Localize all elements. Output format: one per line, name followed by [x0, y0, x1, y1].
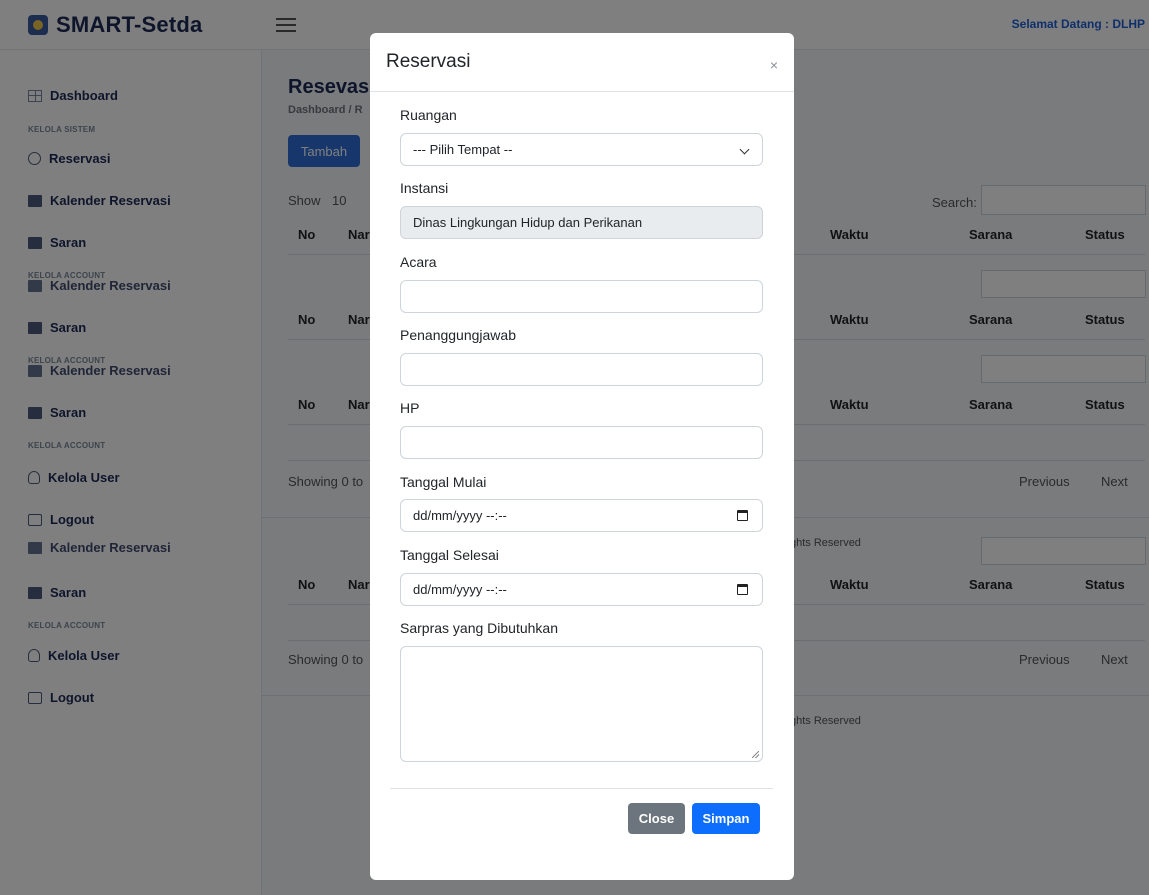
hp-input[interactable] — [400, 426, 763, 459]
tanggal-mulai-input[interactable]: dd/mm/yyyy --:-- — [400, 499, 763, 532]
tanggal-selesai-input[interactable]: dd/mm/yyyy --:-- — [400, 573, 763, 606]
hp-label: HP — [400, 400, 420, 416]
modal-title: Reservasi — [386, 51, 471, 72]
tanggal-mulai-label: Tanggal Mulai — [400, 474, 487, 490]
resize-handle-icon[interactable] — [752, 751, 759, 758]
reservasi-modal: Reservasi × Ruangan --- Pilih Tempat -- … — [370, 33, 794, 880]
sarpras-textarea[interactable] — [400, 646, 763, 762]
instansi-label: Instansi — [400, 180, 449, 196]
instansi-field: Dinas Lingkungan Hidup dan Perikanan — [400, 206, 763, 239]
acara-input[interactable] — [400, 280, 763, 313]
tanggal-mulai-value: dd/mm/yyyy --:-- — [413, 508, 507, 523]
save-button[interactable]: Simpan — [692, 803, 760, 834]
sarpras-label: Sarpras yang Dibutuhkan — [400, 620, 558, 636]
modal-header: Reservasi × — [370, 33, 794, 92]
modal-footer-divider — [390, 788, 773, 789]
penanggungjawab-input[interactable] — [400, 353, 763, 386]
calendar-icon[interactable] — [737, 510, 748, 521]
close-icon[interactable]: × — [770, 57, 778, 73]
close-button[interactable]: Close — [628, 803, 685, 834]
tanggal-selesai-value: dd/mm/yyyy --:-- — [413, 582, 507, 597]
tanggal-selesai-label: Tanggal Selesai — [400, 547, 499, 563]
ruangan-label: Ruangan — [400, 107, 457, 123]
ruangan-selected-value: --- Pilih Tempat -- — [413, 142, 513, 157]
calendar-icon[interactable] — [737, 584, 748, 595]
penanggungjawab-label: Penanggungjawab — [400, 327, 516, 343]
instansi-value: Dinas Lingkungan Hidup dan Perikanan — [413, 215, 643, 230]
chevron-down-icon — [739, 144, 750, 155]
ruangan-select[interactable]: --- Pilih Tempat -- — [400, 133, 763, 166]
acara-label: Acara — [400, 254, 437, 270]
